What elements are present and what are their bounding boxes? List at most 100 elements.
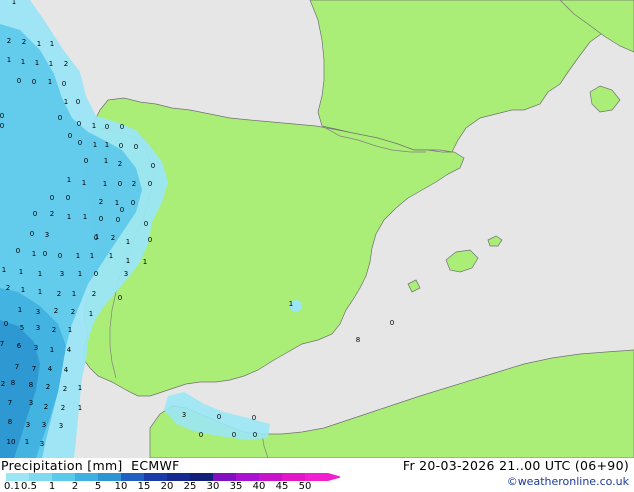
precip-value: 0: [390, 319, 394, 327]
precip-value: 8: [356, 336, 360, 344]
precip-value: 0: [76, 98, 80, 106]
precip-value: 4: [67, 346, 72, 354]
precip-value: 1: [48, 78, 52, 86]
precip-value: 0: [252, 414, 256, 422]
precip-value: 0: [134, 143, 138, 151]
precip-value: 2: [92, 290, 96, 298]
scale-swatch: [52, 473, 75, 481]
precip-value: 7: [0, 340, 4, 348]
precip-value: 0: [43, 250, 47, 258]
precip-value: 10: [7, 438, 16, 446]
precip-value: 0: [4, 320, 8, 328]
precip-value: 2: [46, 383, 50, 391]
precip-value: 1: [50, 346, 54, 354]
precip-value: 2: [64, 60, 68, 68]
scale-tick-label: 30: [206, 481, 220, 492]
scale-tick-label: 1: [48, 481, 56, 492]
precip-value: 1: [49, 60, 53, 68]
precip-value: 0: [199, 431, 203, 439]
precipitation-map: 12 2 11 1 1 1 210 0 1 001 00 1 0 00 1 1 00 1 2001 1 0 2 012 1 00…: [0, 0, 634, 458]
precip-value: 1: [12, 0, 16, 6]
precip-value: 0: [16, 247, 20, 255]
precip-value: 0: [217, 413, 221, 421]
precip-value: 1: [67, 176, 71, 184]
precip-value: 1: [105, 141, 109, 149]
scale-tick-label: 0.1: [4, 481, 20, 492]
precip-value: 1: [289, 300, 293, 308]
precip-value: 1: [93, 141, 97, 149]
precip-value: 2: [111, 234, 115, 242]
precip-value: 4: [64, 366, 69, 374]
scale-swatch: [213, 473, 236, 481]
precip-value: 2: [6, 284, 10, 292]
precip-value: 1: [92, 122, 96, 130]
precip-value: 0: [151, 162, 155, 170]
precip-value: 2: [118, 160, 122, 168]
scale-arrow: [328, 473, 340, 481]
legend-title: Precipitation [mm] ECMWF: [1, 458, 180, 473]
precip-value: 0: [148, 236, 152, 244]
precip-value: 3: [26, 421, 30, 429]
precip-value: 1: [78, 404, 82, 412]
precip-value: 3: [182, 411, 186, 419]
scale-swatch: [282, 473, 305, 481]
precip-value: 0: [33, 210, 37, 218]
precip-value: 1: [82, 179, 86, 187]
precip-value: 1: [37, 40, 41, 48]
precip-value: 1: [109, 252, 113, 260]
precip-value: 4: [48, 365, 53, 373]
precip-value: 0: [68, 132, 72, 140]
precip-value: 5: [20, 324, 24, 332]
precip-value: 1: [35, 59, 39, 67]
precip-value: 2: [44, 403, 48, 411]
valid-time: Fr 20-03-2026 21..00 UTC (06+90): [402, 458, 629, 473]
precip-value: 1: [7, 56, 11, 64]
scale-swatch: [305, 473, 328, 481]
scale-swatch: [75, 473, 98, 481]
precip-value: 1: [89, 310, 93, 318]
precip-value: 0: [30, 230, 34, 238]
precip-value: 2: [50, 210, 54, 218]
precip-value: 0: [253, 431, 257, 439]
precip-value: 7: [32, 365, 36, 373]
precip-value: 2: [99, 198, 103, 206]
precip-value: 1: [126, 238, 130, 246]
precip-value: 2: [57, 290, 61, 298]
precip-value: 1: [115, 199, 119, 207]
precip-value: 0: [118, 180, 122, 188]
precip-value: 1: [104, 157, 108, 165]
precip-value: 3: [59, 422, 63, 430]
scale-swatch: [167, 473, 190, 481]
scale-tick-label: 25: [183, 481, 197, 492]
scale-tick-label: 45: [275, 481, 289, 492]
precip-value: 0: [17, 77, 21, 85]
precip-value: 2: [71, 308, 75, 316]
precip-value: 3: [34, 344, 38, 352]
precip-value: 0: [58, 252, 62, 260]
precip-value: 0: [94, 270, 98, 278]
precip-value: 7: [15, 363, 19, 371]
precip-value: 2: [132, 180, 136, 188]
credit-link[interactable]: ©weatheronline.co.uk: [507, 475, 629, 488]
precip-value: 0: [66, 194, 70, 202]
precip-value: 0: [144, 220, 148, 228]
precip-value: 1: [68, 326, 72, 334]
precip-value: 3: [124, 270, 128, 278]
precip-value: 0: [32, 78, 36, 86]
precip-value: 0: [58, 114, 62, 122]
precip-value: 0: [50, 194, 54, 202]
scale-tick-label: 40: [252, 481, 266, 492]
scale-swatch: [144, 473, 167, 481]
precip-value: 1: [72, 290, 76, 298]
precip-value: 1: [78, 270, 82, 278]
precip-value: 0: [105, 123, 109, 131]
precip-value: 0: [78, 139, 82, 147]
scale-swatch: [190, 473, 213, 481]
precip-value: 3: [36, 324, 40, 332]
precip-value: 1: [90, 252, 94, 260]
precip-value: 0: [0, 122, 4, 130]
precip-value: 0: [84, 157, 88, 165]
precip-value: 0: [119, 142, 123, 150]
precip-value: 0: [120, 206, 124, 214]
scale-tick-label: 2: [71, 481, 79, 492]
